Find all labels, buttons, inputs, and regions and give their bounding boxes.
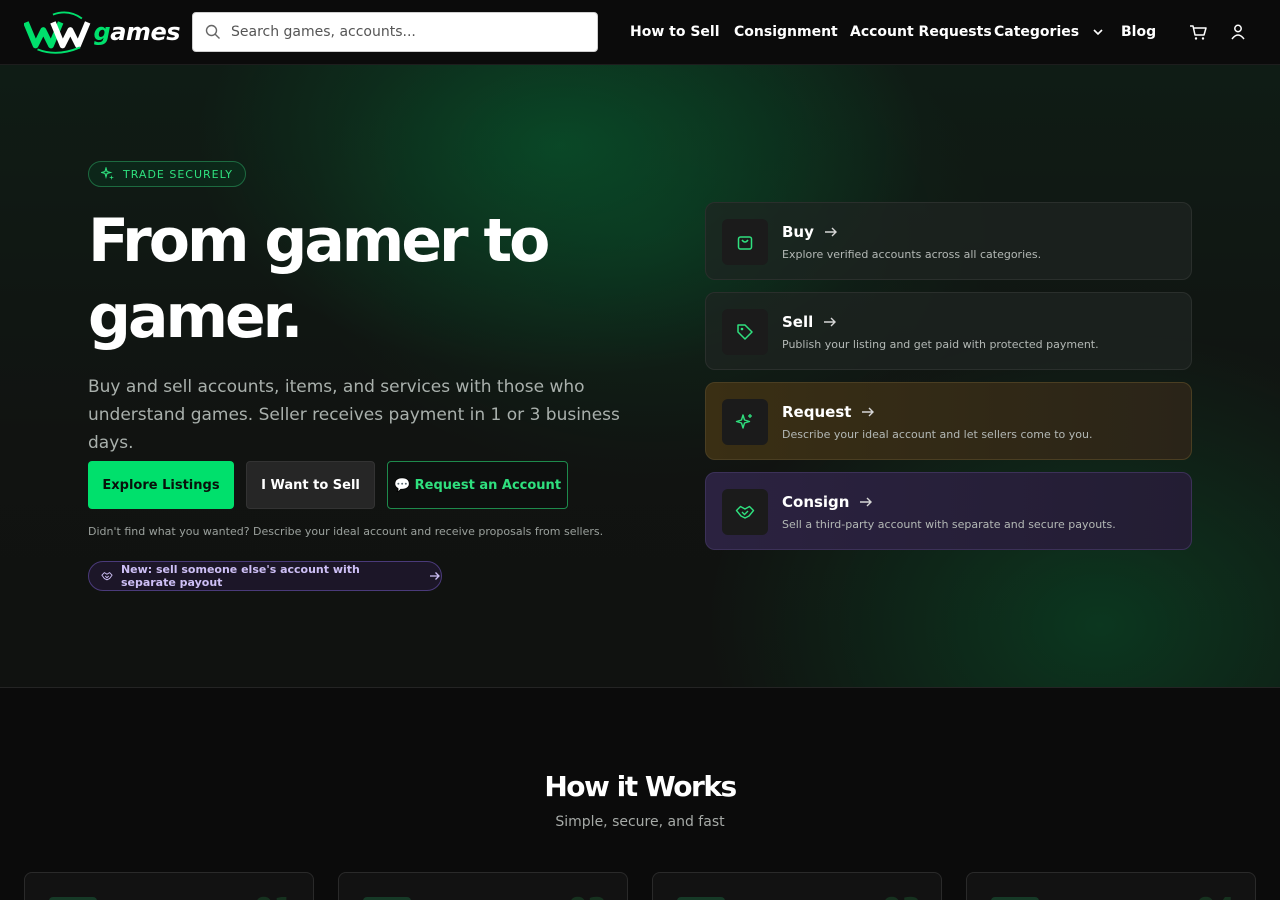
search-input[interactable] — [231, 24, 571, 40]
action-card-consign[interactable]: Consign Sell a third-party account with … — [705, 472, 1192, 550]
search-box[interactable] — [192, 12, 598, 52]
handshake-icon — [101, 572, 113, 581]
user-icon[interactable] — [1228, 22, 1248, 42]
hero-title: From gamer to gamer. — [88, 203, 648, 355]
nav-consignment[interactable]: Consignment — [734, 0, 838, 64]
nav-blog[interactable]: Blog — [1121, 0, 1156, 64]
logo-mark-icon — [24, 11, 91, 54]
card-title: Consign — [782, 493, 873, 511]
badge-label: TRADE SECURELY — [123, 167, 234, 181]
trade-securely-badge: TRADE SECURELY — [88, 161, 247, 187]
card-title-text: Consign — [782, 493, 850, 511]
step-card-2: 02 — [338, 872, 628, 900]
chevron-down-icon — [1091, 25, 1105, 39]
site-header: games How to Sell Consignment Account Re… — [0, 0, 1280, 65]
card-description: Publish your listing and get paid with p… — [782, 338, 1099, 351]
arrow-right-icon — [862, 407, 875, 417]
hero-subtitle: Buy and sell accounts, items, and servic… — [88, 377, 620, 453]
hero-title-line-2: gamer. — [88, 282, 303, 352]
nav-categories[interactable]: Categories — [994, 0, 1105, 64]
explore-listings-button[interactable]: Explore Listings — [88, 461, 234, 509]
site-logo[interactable]: games — [24, 10, 180, 54]
announcement-label: New: sell someone else's account with se… — [120, 563, 360, 589]
step-number: 03 — [882, 891, 921, 900]
sparkles-icon — [722, 399, 768, 445]
card-title: Sell — [782, 313, 837, 331]
how-it-works-title: How it Works — [544, 770, 737, 803]
card-description: Describe your ideal account and let sell… — [782, 428, 1093, 441]
sparkles-icon — [101, 167, 114, 180]
arrow-right-icon — [429, 570, 441, 582]
i-want-to-sell-button[interactable]: I Want to Sell — [246, 461, 375, 509]
card-description: Sell a third-party account with separate… — [782, 518, 1116, 531]
step-number: 04 — [1196, 891, 1235, 900]
hero-section: TRADE SECURELY From gamer to gamer. Buy … — [0, 65, 1280, 688]
step-card-1: 01 — [24, 872, 314, 900]
card-description: Explore verified accounts across all cat… — [782, 248, 1042, 261]
cart-icon[interactable] — [1188, 22, 1208, 42]
card-title: Request — [782, 403, 875, 421]
action-card-request[interactable]: Request Describe your ideal account and … — [705, 382, 1192, 460]
card-title: Buy — [782, 223, 838, 241]
card-title-text: Request — [782, 403, 852, 421]
arrow-right-icon — [824, 317, 837, 327]
request-account-button[interactable]: 💬 Request an Account — [387, 461, 568, 509]
search-icon — [205, 24, 220, 39]
arrow-right-icon — [860, 497, 873, 507]
handshake-icon — [722, 489, 768, 535]
shopping-bag-icon — [722, 219, 768, 265]
nav-account-requests[interactable]: Account Requests — [850, 0, 992, 64]
step-number: 02 — [568, 891, 607, 900]
step-card-3: 03 — [652, 872, 942, 900]
step-card-4: 04 — [966, 872, 1256, 900]
action-card-sell[interactable]: Sell Publish your listing and get paid w… — [705, 292, 1192, 370]
nav-categories-label: Categories — [994, 24, 1080, 40]
card-title-text: Sell — [782, 313, 814, 331]
arrow-right-icon — [824, 227, 837, 237]
how-it-works-subtitle: Simple, secure, and fast — [555, 814, 725, 830]
nav-how-to-sell[interactable]: How to Sell — [630, 0, 720, 64]
hero-title-line-1: From gamer to — [88, 206, 550, 276]
consignment-announcement-pill[interactable]: New: sell someone else's account with se… — [88, 561, 442, 591]
tag-icon — [722, 309, 768, 355]
step-number: 01 — [254, 891, 293, 900]
action-card-buy[interactable]: Buy Explore verified accounts across all… — [705, 202, 1192, 280]
logo-wordmark: games — [93, 18, 181, 46]
request-hint-text: Didn't find what you wanted? Describe yo… — [88, 525, 604, 538]
card-title-text: Buy — [782, 223, 814, 241]
